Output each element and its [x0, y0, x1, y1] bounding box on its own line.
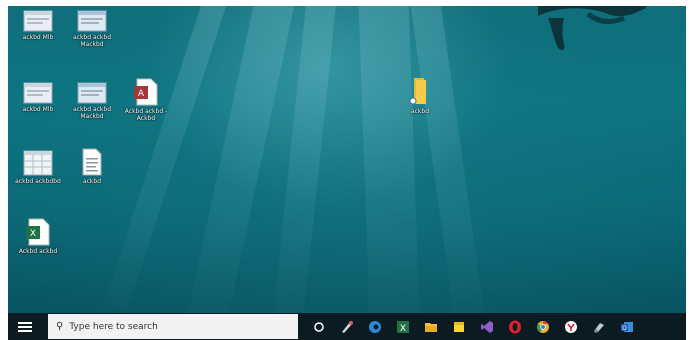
desktop-icon-label: ackbd ackbd Mackbd — [72, 106, 112, 120]
folder-icon — [409, 78, 426, 105]
window-shortcut-icon — [23, 82, 53, 104]
desktop-icon-4[interactable]: ackbd ackbd Mackbd — [64, 82, 120, 120]
file-explorer-icon[interactable] — [422, 318, 440, 336]
taskbar-search-box[interactable]: ⚲ Type here to search — [48, 314, 298, 339]
window-shortcut-icon — [77, 82, 107, 104]
search-placeholder: Type here to search — [69, 321, 158, 332]
yandex-icon[interactable] — [562, 318, 580, 336]
desktop-icon-7[interactable]: ackbd — [64, 148, 120, 185]
svg-text:A: A — [138, 89, 145, 99]
desktop-icon-label: ackbd — [82, 178, 102, 185]
desktop-icon-1[interactable]: ackbd Mlb — [10, 10, 66, 41]
svg-text:O: O — [622, 325, 627, 332]
desktop-icon-label: Ackbd ackbd — [18, 248, 58, 255]
light-ray — [358, 6, 421, 340]
sticky-notes-icon[interactable] — [450, 318, 468, 336]
task-view-icon[interactable] — [310, 318, 328, 336]
visual-studio-icon[interactable] — [478, 318, 496, 336]
window-shortcut-icon — [77, 10, 107, 32]
desktop-icon-label: ackbd — [410, 108, 430, 115]
desktop-icon-8[interactable]: X Ackbd ackbd — [10, 218, 66, 255]
desktop-icon-6[interactable]: ackbd ackbdbd — [10, 150, 66, 185]
diver-silhouette — [538, 6, 646, 51]
spreadsheet-window-icon — [23, 150, 53, 176]
chrome-icon[interactable] — [534, 318, 552, 336]
svg-text:X: X — [400, 324, 406, 334]
start-button[interactable] — [8, 313, 42, 340]
text-document-icon — [82, 148, 102, 176]
desktop-icon-5[interactable]: A Ackbd ackbd - Ackbd — [118, 78, 174, 122]
hamburger-icon — [18, 321, 32, 332]
opera-icon[interactable] — [506, 318, 524, 336]
desktop-icon-2[interactable]: ackbd ackbd Mackbd — [64, 10, 120, 48]
taskbar: ⚲ Type here to search X O — [8, 313, 686, 340]
search-icon: ⚲ — [56, 321, 64, 332]
window-shortcut-icon — [23, 10, 53, 32]
desktop-icon-3[interactable]: ackbd Mlb — [10, 82, 66, 113]
excel-icon[interactable]: X — [394, 318, 412, 336]
access-file-icon: A — [134, 78, 158, 106]
outlook-icon[interactable]: O — [618, 318, 636, 336]
desktop-icon-9[interactable]: ackbd — [392, 76, 448, 115]
desktop-icon-label: ackbd Mlb — [22, 34, 54, 41]
desktop-icon-label: ackbd ackbd Mackbd — [72, 34, 112, 48]
light-ray — [408, 6, 488, 340]
desktop-icon-label: ackbd Mlb — [22, 106, 54, 113]
edge-icon[interactable] — [366, 318, 384, 336]
excel-file-icon: X — [26, 218, 50, 246]
taskbar-pinned-apps: X O — [310, 318, 636, 336]
desktop-icon-label: Ackbd ackbd - Ackbd — [124, 108, 168, 122]
paint-icon[interactable] — [338, 318, 356, 336]
snipping-tool-icon[interactable] — [590, 318, 608, 336]
svg-text:X: X — [30, 229, 36, 239]
desktop-icon-label: ackbd ackbdbd — [15, 178, 61, 185]
